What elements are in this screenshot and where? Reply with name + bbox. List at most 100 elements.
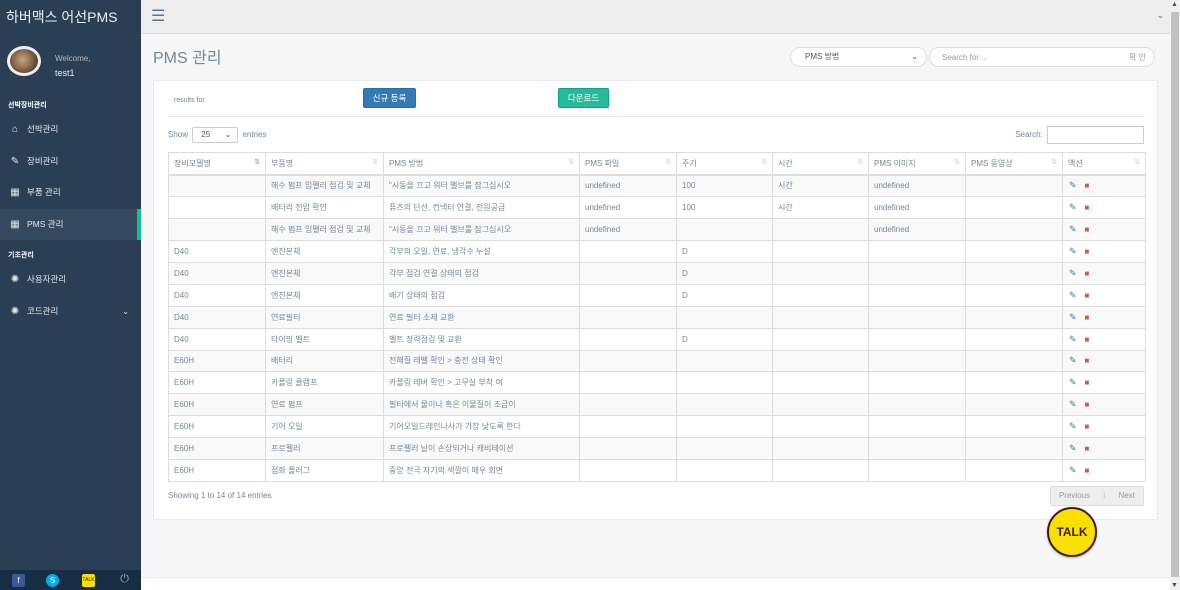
trash-icon[interactable]: ■ [1085,313,1090,322]
section-title-base: 기초관리 [8,252,34,259]
column-header-label: 주기 [682,158,697,168]
trash-icon[interactable]: ■ [1085,269,1090,278]
column-header-action[interactable]: 액션 ⇅ [1062,152,1146,176]
action-cell: ✎ ■ [1062,393,1146,417]
edit-icon[interactable]: ✎ [1069,180,1077,191]
new-register-button[interactable]: 신규 등록 [363,88,416,108]
power-icon[interactable]: ⏻ [120,573,129,586]
table-cell: 각부 점검 연결 상태의 점검 [383,261,580,285]
column-header-file[interactable]: PMS 파일 ⇅ [579,152,677,176]
table-cell: D [676,283,773,307]
column-header-image[interactable]: PMS 이미지 ⇅ [868,152,966,176]
table-row: 해수 펌프 임펠러 점검 및 교체 "시동을 끄고 워터 밸브를 잠그십시오 und… [168,174,1146,197]
page-number[interactable]: 1 [1098,487,1110,505]
trash-icon[interactable]: ■ [1085,400,1090,409]
edit-icon[interactable]: ✎ [1069,202,1077,213]
edit-icon[interactable]: ✎ [1069,312,1077,323]
results-for-text: results for [174,97,205,104]
trash-icon[interactable]: ■ [1085,378,1090,387]
table-cell [772,459,869,483]
download-button[interactable]: 다운로드 [558,88,609,108]
trash-icon[interactable]: ■ [1085,335,1090,344]
trash-icon[interactable]: ■ [1085,466,1090,475]
table-cell [868,283,966,307]
kakaotalk-chat-button[interactable]: TALK [1047,507,1097,557]
footer-strip [141,577,1170,590]
action-cell: ✎ ■ [1062,327,1146,351]
filter-select[interactable]: PMS 방법 ⌄ [790,47,927,67]
menu-toggle-icon[interactable]: ☰ [151,9,165,25]
table-cell [772,217,869,241]
edit-icon[interactable]: ✎ [1069,399,1077,410]
table-cell [579,393,677,417]
trash-icon[interactable]: ■ [1085,225,1090,234]
column-header-model[interactable]: 장비모델명 ⇅ [168,152,266,176]
scrollbar-thumb[interactable] [1171,12,1179,577]
table-search: Search: [1015,126,1144,144]
trash-icon[interactable]: ■ [1085,356,1090,365]
trash-icon[interactable]: ■ [1085,444,1090,453]
table-cell: 기어 오일 [265,415,384,439]
table-search-input[interactable] [1047,126,1144,144]
scrollbar[interactable]: ▲ ▼ [1170,0,1180,590]
edit-icon[interactable]: ✎ [1069,443,1077,454]
page-length-select[interactable]: 25 ⌄ [192,127,239,143]
edit-icon[interactable]: ✎ [1069,421,1077,432]
table-cell: 100 [676,195,773,219]
sort-icon: ⇅ [954,159,960,166]
chevron-down-icon: ⌄ [224,130,232,139]
edit-icon[interactable]: ✎ [1069,224,1077,235]
search-button[interactable]: 확 인 [1129,52,1146,63]
table-cell: E60H [168,437,266,461]
edit-icon[interactable]: ✎ [1069,377,1077,388]
edit-icon[interactable]: ✎ [1069,246,1077,257]
avatar [7,46,41,76]
chevron-down-icon[interactable]: ⌄ [1156,10,1164,21]
edit-icon[interactable]: ✎ [1069,334,1077,345]
table-cell [772,415,869,439]
column-header-video[interactable]: PMS 동영상 ⇅ [965,152,1063,176]
sidebar: 하버맥스 어선PMS Welcome, test1 선박장비관리 ⌂ 선박관리 … [0,0,141,590]
table-row: D40 엔진본체 각부 점검 연결 상태의 점검 D ✎ ■ [168,261,1146,285]
trash-icon[interactable]: ■ [1085,181,1090,190]
trash-icon[interactable]: ■ [1085,203,1090,212]
edit-icon[interactable]: ✎ [1069,290,1077,301]
next-button[interactable]: Next [1111,487,1143,505]
sidebar-item-users[interactable]: ✺ 사용자관리 [0,264,141,296]
sidebar-item-ship[interactable]: ⌂ 선박관리 [0,114,141,146]
sidebar-item-pms[interactable]: ▦ PMS 관리 [0,208,141,240]
action-cell: ✎ ■ [1062,217,1146,241]
divider [168,116,1145,117]
sidebar-item-codes[interactable]: ✺ 코드관리 ⌄ [0,296,141,328]
previous-button[interactable]: Previous [1051,487,1098,505]
edit-icon[interactable]: ✎ [1069,465,1077,476]
sidebar-item-equipment[interactable]: ✎ 장비관리 [0,146,141,178]
action-cell: ✎ ■ [1062,195,1146,219]
sidebar-item-parts[interactable]: ▦ 부품 관리 [0,177,141,209]
trash-icon[interactable]: ■ [1085,422,1090,431]
search-input[interactable] [942,51,1112,64]
column-header-method[interactable]: PMS 방법 ⇅ [383,152,580,176]
kakaotalk-icon[interactable]: TALK [82,574,95,587]
table-info: Showing 1 to 14 of 14 entries [168,491,272,500]
column-header-time[interactable]: 시간 ⇅ [772,152,869,176]
action-cell: ✎ ■ [1062,415,1146,439]
column-header-cycle[interactable]: 주기 ⇅ [676,152,773,176]
column-header-label: 시간 [778,158,793,168]
table-cell [168,195,266,219]
skype-icon[interactable]: S [46,574,59,587]
trash-icon[interactable]: ■ [1085,291,1090,300]
column-header-part[interactable]: 부품명 ⇅ [265,152,384,176]
trash-icon[interactable]: ■ [1085,247,1090,256]
bug-icon: ✺ [10,305,20,317]
welcome-text: Welcome, [55,54,91,63]
scroll-up-icon[interactable]: ▲ [1171,1,1178,8]
table-cell: E60H [168,415,266,439]
edit-icon[interactable]: ✎ [1069,355,1077,366]
brand-title[interactable]: 하버맥스 어선PMS [0,0,141,34]
facebook-icon[interactable]: f [12,574,25,587]
table-cell: 기어오일드레인나사가 가장 낮도록 한다 [383,415,580,439]
table-cell: D40 [168,327,266,351]
scroll-down-icon[interactable]: ▼ [1171,582,1178,589]
edit-icon[interactable]: ✎ [1069,268,1077,279]
